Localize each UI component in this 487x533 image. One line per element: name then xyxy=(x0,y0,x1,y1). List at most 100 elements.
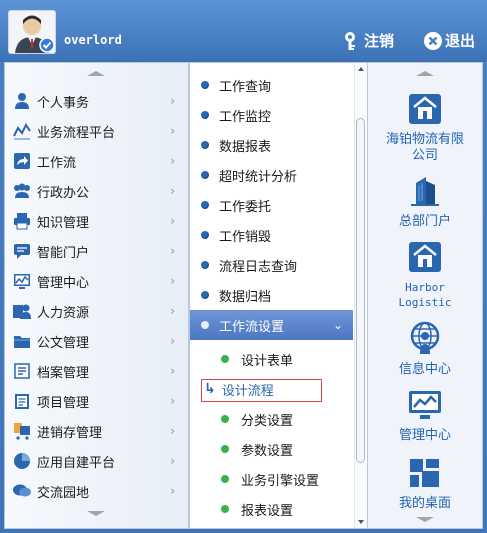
menu-item-personal-affairs[interactable]: 个人事务 › xyxy=(11,86,181,116)
buildings-icon xyxy=(408,173,442,211)
menu-item-data-report[interactable]: 数据报表 xyxy=(190,130,353,160)
shortcut-label: 管理中心 xyxy=(398,428,451,443)
shortcut-label: 海铂物流有限公司 xyxy=(385,132,464,163)
menu-label: 工作委托 xyxy=(219,199,272,215)
menu-item-community[interactable]: 交流园地 › xyxy=(11,476,181,506)
menu-label: 进销存管理 xyxy=(37,425,103,441)
menu-item-administration[interactable]: 行政办公 › xyxy=(11,176,181,206)
menu-item-work-query[interactable]: 工作查询 xyxy=(190,70,353,100)
menu-item-flow-log-query[interactable]: 流程日志查询 xyxy=(190,250,353,280)
submenu-item-engine-settings[interactable]: 业务引擎设置 xyxy=(190,464,353,494)
green-dot-icon xyxy=(221,475,229,483)
shortcut-haibo-logistics[interactable]: 海铂物流有限公司 xyxy=(368,93,482,164)
submenu-label: 设计表单 xyxy=(241,353,294,369)
menu-label: 档案管理 xyxy=(37,365,90,381)
menu-item-knowledge[interactable]: 知识管理 › xyxy=(11,206,181,236)
chevron-right-icon: › xyxy=(170,334,175,348)
menu-label: 管理中心 xyxy=(37,275,90,291)
menu-item-project-management[interactable]: 项目管理 › xyxy=(11,386,181,416)
scrollbar-thumb[interactable] xyxy=(356,118,365,463)
user-avatar[interactable] xyxy=(8,10,56,54)
green-dot-icon xyxy=(221,505,229,513)
menu-item-app-builder[interactable]: 应用自建平台 › xyxy=(11,446,181,476)
group-icon xyxy=(11,181,33,201)
scroll-up-arrow[interactable] xyxy=(416,71,434,76)
bullet-icon xyxy=(201,201,209,209)
green-dot-icon xyxy=(221,355,229,363)
flow-chart-icon xyxy=(11,121,33,141)
shortcut-harbor-logistic[interactable]: Harbor Logistic xyxy=(368,241,482,310)
chevron-right-icon: › xyxy=(170,184,175,198)
person-icon xyxy=(11,91,33,111)
green-dot-icon xyxy=(221,415,229,423)
menu-item-work-monitor[interactable]: 工作监控 xyxy=(190,100,353,130)
scroll-down-arrow[interactable] xyxy=(87,511,105,516)
menu-label: 个人事务 xyxy=(37,95,90,111)
chevron-right-icon: › xyxy=(170,214,175,228)
chevron-right-icon: › xyxy=(170,424,175,438)
pie-chart-icon xyxy=(11,451,33,471)
chevron-right-icon: › xyxy=(170,454,175,468)
chevron-right-icon: › xyxy=(170,304,175,318)
scroll-up-arrow[interactable] xyxy=(358,67,364,71)
menu-item-document-management[interactable]: 公文管理 › xyxy=(11,326,181,356)
menu-label: 工作销毁 xyxy=(219,229,272,245)
menu-item-work-destroy[interactable]: 工作销毁 xyxy=(190,220,353,250)
menu-item-inventory-management[interactable]: 进销存管理 › xyxy=(11,416,181,446)
menu-item-business-flow-platform[interactable]: 业务流程平台 › xyxy=(11,116,181,146)
menu-item-data-archive[interactable]: 数据归档 xyxy=(190,280,353,310)
menu-label: 公文管理 xyxy=(37,335,90,351)
menu-item-workflow-settings[interactable]: 工作流设置 ⌄ xyxy=(190,310,353,340)
submenu-item-report-settings[interactable]: 报表设置 xyxy=(190,494,353,524)
chevron-right-icon: › xyxy=(170,124,175,138)
shortcut-label: 信息中心 xyxy=(398,362,451,377)
chevron-right-icon: › xyxy=(170,274,175,288)
scroll-down-arrow[interactable] xyxy=(358,520,364,524)
shortcut-management-center[interactable]: 管理中心 xyxy=(368,389,482,444)
chevron-right-icon: › xyxy=(170,94,175,108)
menu-item-management-center[interactable]: 管理中心 › xyxy=(11,266,181,296)
key-icon xyxy=(342,31,362,51)
menu-label: 工作查询 xyxy=(219,79,272,95)
submenu-label: 业务引擎设置 xyxy=(241,473,320,489)
shortcut-info-center[interactable]: 信息中心 xyxy=(368,321,482,378)
cart-icon xyxy=(11,421,33,441)
scroll-up-arrow[interactable] xyxy=(87,71,105,76)
grid-desktop-icon xyxy=(408,457,442,493)
menu-label: 工作监控 xyxy=(219,109,272,125)
bullet-icon xyxy=(201,81,209,89)
shortcut-label: Harbor Logistic xyxy=(398,281,452,309)
submenu-item-parameter-settings[interactable]: 参数设置 xyxy=(190,434,353,464)
menu-item-archive-management[interactable]: 档案管理 › xyxy=(11,356,181,386)
chevron-right-icon: › xyxy=(170,154,175,168)
bullet-icon xyxy=(201,321,209,329)
menu-label: 数据报表 xyxy=(219,139,272,155)
main-menu-panel: 个人事务 › 业务流程平台 › 工作流 › 行政办公 › 知识管理 › 智能门户… xyxy=(4,62,189,529)
submenu-item-design-flow[interactable]: ↳ 设计流程 xyxy=(190,374,353,404)
archive-icon xyxy=(11,361,33,381)
exit-label: 退出 xyxy=(445,32,476,50)
menu-item-smart-portal[interactable]: 智能门户 › xyxy=(11,236,181,266)
menu-label: 项目管理 xyxy=(37,395,90,411)
house-icon xyxy=(408,93,442,129)
vertical-scrollbar[interactable] xyxy=(354,63,367,528)
menu-label: 知识管理 xyxy=(37,215,90,231)
logout-button[interactable]: 注销 xyxy=(342,30,394,51)
menu-item-timeout-analysis[interactable]: 超时统计分析 xyxy=(190,160,353,190)
submenu-item-category-settings[interactable]: 分类设置 xyxy=(190,404,353,434)
close-circle-icon xyxy=(423,31,443,51)
shortcut-hq-portal[interactable]: 总部门户 xyxy=(368,173,482,230)
submenu-item-design-form[interactable]: 设计表单 xyxy=(190,344,353,374)
share-arrow-icon xyxy=(11,151,33,171)
menu-item-workflow[interactable]: 工作流 › xyxy=(11,146,181,176)
menu-label: 工作流设置 xyxy=(219,319,285,335)
shortcut-my-desktop[interactable]: 我的桌面 xyxy=(368,457,482,512)
menu-label: 智能门户 xyxy=(37,245,90,261)
green-dot-icon xyxy=(221,445,229,453)
exit-button[interactable]: 退出 xyxy=(423,30,475,51)
menu-item-work-delegation[interactable]: 工作委托 xyxy=(190,190,353,220)
chevron-right-icon: › xyxy=(170,244,175,258)
scroll-down-arrow[interactable] xyxy=(416,517,434,522)
menu-item-human-resources[interactable]: 人力资源 › xyxy=(11,296,181,326)
chevron-down-icon: ⌄ xyxy=(332,318,343,332)
